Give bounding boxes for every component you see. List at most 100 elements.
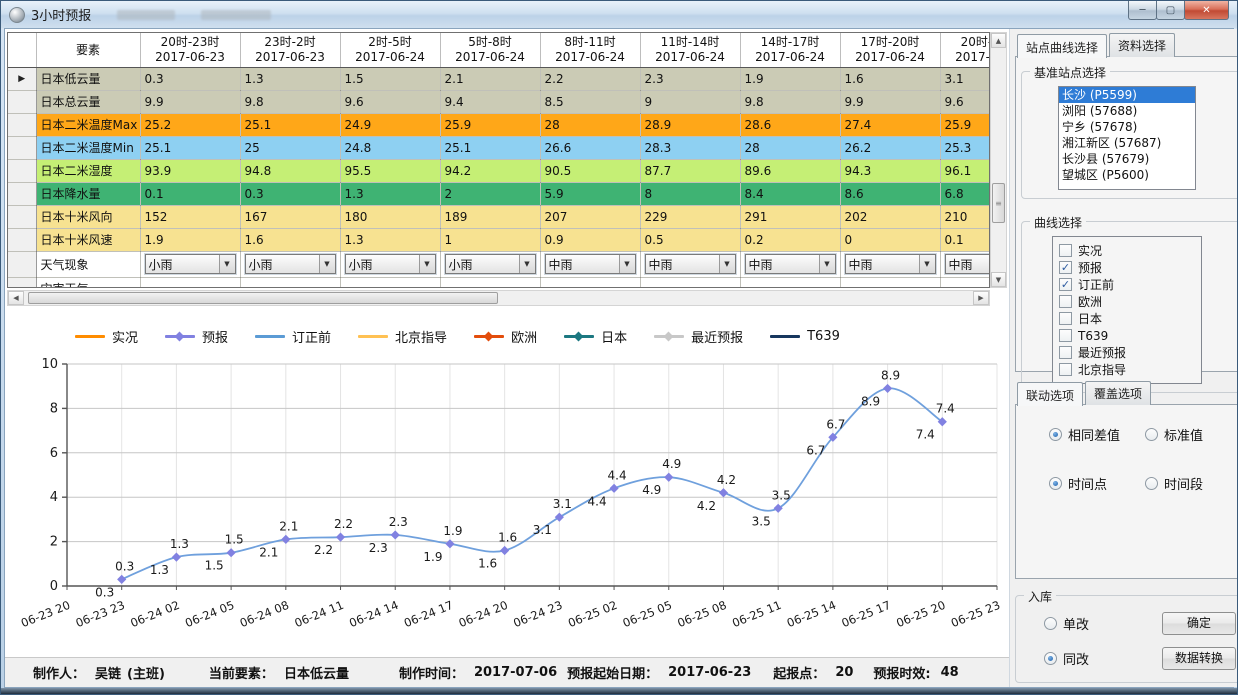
table-cell[interactable]: 9.8 (240, 90, 340, 113)
forecast-table[interactable]: 要素20时-23时2017-06-2323时-2时2017-06-232时-5时… (8, 33, 990, 288)
weather-combo[interactable]: 中雨▼ (845, 254, 936, 274)
data-point[interactable] (500, 546, 509, 555)
curve-option[interactable]: T639 (1059, 327, 1195, 344)
station-item[interactable]: 浏阳 (57688) (1059, 103, 1195, 119)
chevron-down-icon[interactable]: ▼ (719, 255, 735, 273)
table-cell[interactable]: 中雨▼ (540, 251, 640, 277)
table-cell[interactable] (640, 277, 740, 288)
table-cell[interactable] (940, 277, 990, 288)
table-cell[interactable]: 0.3 (240, 182, 340, 205)
row-selector[interactable] (8, 205, 36, 228)
table-cell[interactable]: 93.9 (140, 159, 240, 182)
curve-option[interactable]: 实况 (1059, 242, 1195, 259)
forecast-curve[interactable] (122, 388, 943, 579)
table-cell[interactable]: 1.6 (840, 67, 940, 90)
tab-覆盖选项[interactable]: 覆盖选项 (1085, 381, 1151, 405)
row-selector[interactable] (8, 90, 36, 113)
table-cell[interactable]: 207 (540, 205, 640, 228)
storage-radio-option[interactable]: 同改 (1044, 649, 1089, 668)
table-cell[interactable]: 8.5 (540, 90, 640, 113)
station-item[interactable]: 望城区 (P5600) (1059, 167, 1195, 183)
table-cell[interactable]: 9.6 (940, 90, 990, 113)
table-cell[interactable]: 25 (240, 136, 340, 159)
table-cell[interactable]: 24.8 (340, 136, 440, 159)
table-cell[interactable]: 180 (340, 205, 440, 228)
table-cell[interactable]: 94.2 (440, 159, 540, 182)
weather-combo[interactable]: 小雨▼ (145, 254, 236, 274)
station-item[interactable]: 长沙 (P5599) (1059, 87, 1195, 103)
table-cell[interactable] (540, 277, 640, 288)
table-cell[interactable]: 25.1 (140, 136, 240, 159)
table-cell[interactable]: 89.6 (740, 159, 840, 182)
table-cell[interactable]: 229 (640, 205, 740, 228)
curve-option[interactable]: ✓预报 (1059, 259, 1195, 276)
table-cell[interactable]: 1.3 (240, 67, 340, 90)
row-selector[interactable] (8, 182, 36, 205)
curve-option[interactable]: ✓订正前 (1059, 276, 1195, 293)
table-cell[interactable] (440, 277, 540, 288)
station-item[interactable]: 湘江新区 (57687) (1059, 135, 1195, 151)
checkbox-icon[interactable] (1059, 244, 1072, 257)
table-cell[interactable]: 25.3 (940, 136, 990, 159)
table-cell[interactable]: 中雨▼ (840, 251, 940, 277)
table-cell[interactable]: 25.1 (240, 113, 340, 136)
table-cell[interactable]: 1.5 (340, 67, 440, 90)
station-item[interactable]: 宁乡 (57678) (1059, 119, 1195, 135)
table-cell[interactable]: 291 (740, 205, 840, 228)
scroll-up-icon[interactable]: ▲ (991, 33, 1006, 48)
checkbox-icon[interactable] (1059, 295, 1072, 308)
data-point[interactable] (172, 553, 181, 562)
tab-站点曲线选择[interactable]: 站点曲线选择 (1017, 34, 1107, 58)
table-vertical-scrollbar[interactable]: ▲ ≡ ▼ (990, 32, 1007, 288)
link-radio-option[interactable]: 相同差值 (1049, 425, 1145, 444)
table-cell[interactable]: 210 (940, 205, 990, 228)
table-cell[interactable] (740, 277, 840, 288)
checkbox-icon[interactable] (1059, 329, 1072, 342)
link-radio-option[interactable]: 时间点 (1049, 474, 1145, 493)
table-cell[interactable]: 中雨▼ (740, 251, 840, 277)
data-point[interactable] (883, 384, 892, 393)
curve-option[interactable]: 欧洲 (1059, 293, 1195, 310)
row-selector[interactable]: ▶ (8, 67, 36, 90)
table-cell[interactable]: 2.1 (440, 67, 540, 90)
data-point[interactable] (774, 504, 783, 513)
weather-combo[interactable]: 小雨▼ (245, 254, 336, 274)
station-item[interactable]: 长沙县 (57679) (1059, 151, 1195, 167)
table-cell[interactable]: 26.2 (840, 136, 940, 159)
checkbox-icon[interactable] (1059, 312, 1072, 325)
table-horizontal-scrollbar[interactable]: ◀ ▶ (7, 290, 990, 306)
radio-icon[interactable] (1044, 652, 1057, 665)
checkbox-icon[interactable] (1059, 363, 1072, 376)
table-cell[interactable]: 0 (840, 228, 940, 251)
row-selector[interactable] (8, 159, 36, 182)
weather-combo[interactable]: 中雨▼ (945, 254, 991, 274)
table-cell[interactable]: 1.9 (740, 67, 840, 90)
table-cell[interactable]: 0.2 (740, 228, 840, 251)
table-cell[interactable]: 1 (440, 228, 540, 251)
table-cell[interactable]: 9.6 (340, 90, 440, 113)
weather-combo[interactable]: 中雨▼ (745, 254, 836, 274)
table-cell[interactable]: 小雨▼ (140, 251, 240, 277)
table-cell[interactable]: 90.5 (540, 159, 640, 182)
scroll-left-icon[interactable]: ◀ (8, 291, 24, 305)
data-point[interactable] (117, 575, 126, 584)
table-cell[interactable]: 8.4 (740, 182, 840, 205)
table-cell[interactable]: 189 (440, 205, 540, 228)
close-button[interactable]: ✕ (1184, 1, 1229, 20)
table-cell[interactable]: 0.1 (940, 228, 990, 251)
table-cell[interactable]: 2 (440, 182, 540, 205)
table-cell[interactable]: 8.6 (840, 182, 940, 205)
table-cell[interactable]: 24.9 (340, 113, 440, 136)
table-cell[interactable]: 8 (640, 182, 740, 205)
table-cell[interactable] (840, 277, 940, 288)
station-listbox[interactable]: 长沙 (P5599)浏阳 (57688)宁乡 (57678)湘江新区 (5768… (1058, 86, 1196, 190)
chevron-down-icon[interactable]: ▼ (919, 255, 935, 273)
chevron-down-icon[interactable]: ▼ (319, 255, 335, 273)
table-cell[interactable]: 0.3 (140, 67, 240, 90)
chevron-down-icon[interactable]: ▼ (619, 255, 635, 273)
radio-icon[interactable] (1044, 617, 1057, 630)
storage-radio-option[interactable]: 单改 (1044, 614, 1089, 633)
row-selector[interactable] (8, 251, 36, 277)
row-selector[interactable] (8, 113, 36, 136)
data-point[interactable] (281, 535, 290, 544)
